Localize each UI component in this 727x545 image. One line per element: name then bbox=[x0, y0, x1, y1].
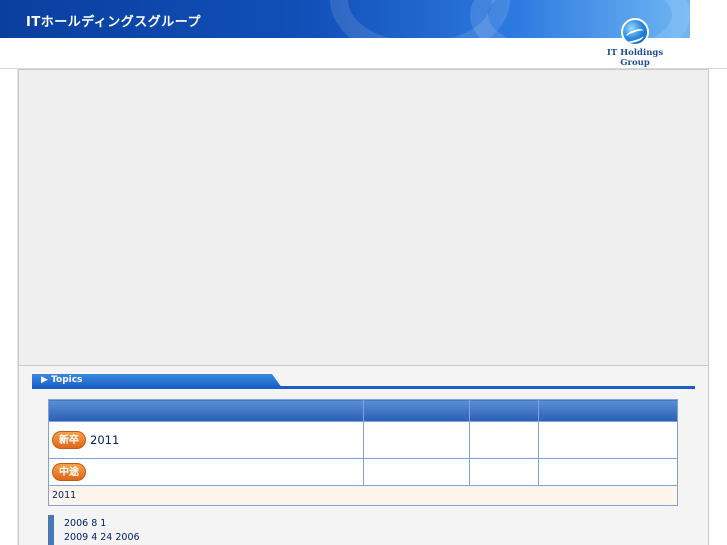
table-header-row bbox=[48, 399, 678, 422]
table-cell bbox=[538, 421, 678, 459]
new-grad-badge: 新卒 bbox=[52, 431, 86, 449]
it-holdings-logo[interactable]: IT Holdings Group bbox=[600, 18, 670, 68]
column-header bbox=[469, 399, 540, 422]
header-banner: ITホールディングスグループ bbox=[0, 0, 690, 38]
news-list: 2006 8 1 2009 4 24 2006 bbox=[48, 515, 688, 545]
table-note: 2011 bbox=[48, 485, 678, 506]
table-cell bbox=[469, 458, 540, 486]
globe-logo-icon bbox=[621, 18, 649, 46]
logo-text-line2: Group bbox=[620, 58, 650, 68]
site-header: ITホールディングスグループ IT Holdings Group bbox=[0, 0, 690, 68]
table-note-row: 2011 bbox=[48, 485, 678, 506]
topics-tab-label: Topics bbox=[51, 375, 83, 385]
right-margin bbox=[709, 69, 727, 545]
play-arrow-icon: ▶ bbox=[41, 375, 48, 385]
main-content-panel bbox=[18, 69, 709, 366]
table-cell bbox=[469, 421, 540, 459]
job-cell: 中途 bbox=[48, 458, 364, 486]
mid-career-badge: 中途 bbox=[52, 463, 86, 481]
table-row: 中途 bbox=[48, 458, 678, 486]
logo-text-line1: IT Holdings bbox=[606, 48, 664, 58]
topics-divider bbox=[32, 386, 695, 389]
news-item[interactable]: 2009 4 24 2006 bbox=[64, 532, 140, 543]
recruit-table: 新卒 2011 中途 2011 bbox=[48, 399, 678, 506]
table-row: 新卒 2011 bbox=[48, 421, 678, 459]
job-cell: 新卒 2011 bbox=[48, 421, 364, 459]
column-header bbox=[538, 399, 678, 422]
table-cell bbox=[538, 458, 678, 486]
group-title[interactable]: ITホールディングスグループ bbox=[26, 11, 201, 30]
news-item[interactable]: 2006 8 1 bbox=[64, 518, 106, 529]
job-link[interactable]: 2011 bbox=[90, 433, 363, 448]
news-accent-bar bbox=[48, 515, 54, 545]
column-header bbox=[48, 399, 364, 422]
table-cell bbox=[362, 458, 471, 486]
table-cell bbox=[362, 421, 471, 459]
column-header bbox=[362, 399, 471, 422]
header-subbar bbox=[0, 38, 690, 68]
left-margin bbox=[0, 69, 18, 545]
